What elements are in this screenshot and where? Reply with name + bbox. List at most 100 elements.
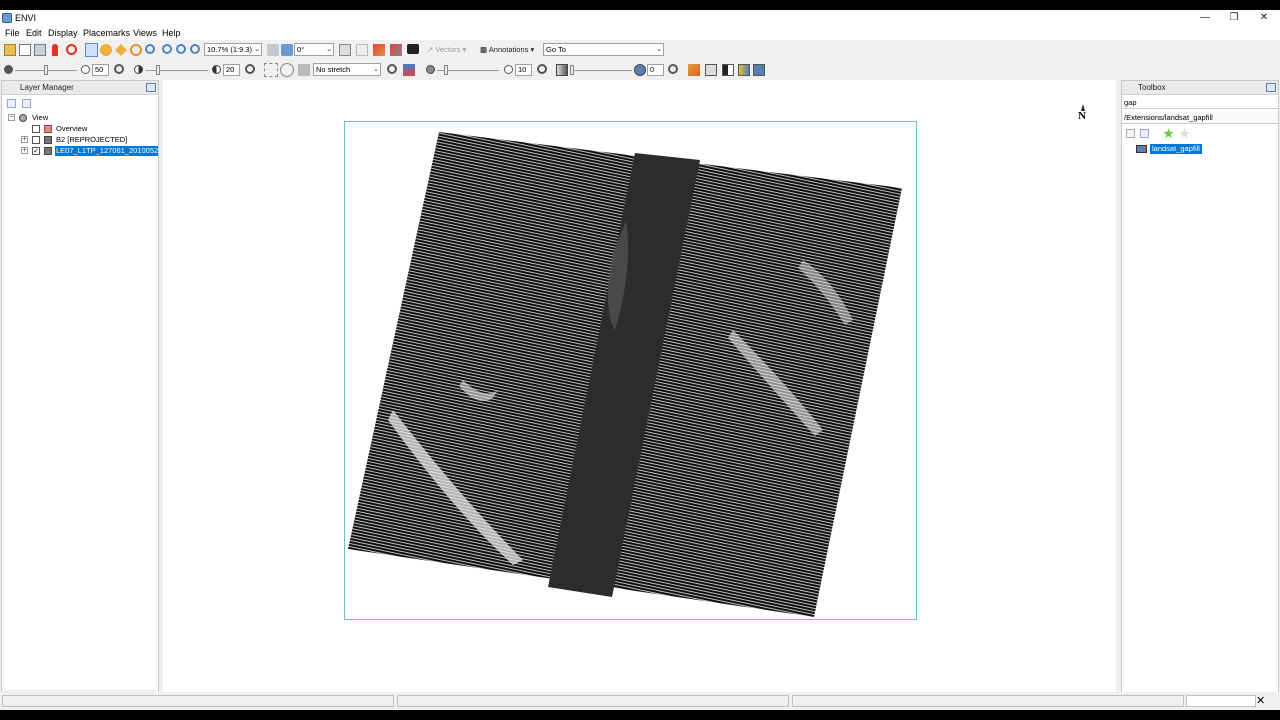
- transparency-slider-thumb[interactable]: [570, 65, 574, 75]
- tree-row-b2-reprojected[interactable]: + B2 [REPROJECTED]: [2, 135, 158, 145]
- contrast-value[interactable]: 20: [223, 64, 240, 76]
- rotate-right-icon[interactable]: [281, 44, 293, 56]
- chevron-down-icon: ⌄: [326, 46, 332, 53]
- brightness-high-icon: [81, 65, 90, 74]
- portal-icon[interactable]: [688, 64, 700, 76]
- close-button[interactable]: ✕: [1250, 11, 1278, 25]
- reset-stretch-icon[interactable]: [387, 64, 397, 74]
- contrast-slider-thumb[interactable]: [156, 65, 160, 75]
- restore-button[interactable]: ❐: [1220, 11, 1248, 25]
- add-favorite-icon[interactable]: [1163, 128, 1174, 139]
- cursor-value-icon[interactable]: [34, 44, 46, 56]
- transparency-slider[interactable]: [570, 70, 632, 71]
- view-globe-icon: [19, 114, 27, 122]
- roi-circle-icon[interactable]: [280, 63, 294, 77]
- favorite-star-icon[interactable]: [1179, 128, 1190, 139]
- menu-placemarks[interactable]: Placemarks: [83, 28, 130, 38]
- minimize-button[interactable]: —: [1191, 11, 1219, 25]
- stretch-options-icon[interactable]: [403, 64, 415, 76]
- reset-sharpen-icon[interactable]: [537, 64, 547, 74]
- zoom-in-icon[interactable]: [162, 44, 172, 54]
- select-tool-icon[interactable]: [85, 43, 98, 57]
- zoom-tool-icon[interactable]: [145, 44, 155, 54]
- expander-icon[interactable]: +: [21, 147, 28, 154]
- toolbox-search-input[interactable]: gap: [1122, 97, 1278, 109]
- rotation-combo[interactable]: 0° ⌄: [294, 43, 334, 56]
- le07-checkbox[interactable]: ✓: [32, 147, 40, 155]
- brightness-slider-thumb[interactable]: [44, 65, 48, 75]
- chip-view-icon[interactable]: [753, 64, 765, 76]
- fly-tool-icon[interactable]: [115, 44, 127, 56]
- pin-icon[interactable]: [1266, 83, 1276, 92]
- menu-edit[interactable]: Edit: [26, 28, 42, 38]
- title-bar: ENVI — ❐ ✕: [0, 10, 1280, 26]
- chevron-down-icon: ⌄: [656, 46, 662, 53]
- expand-all-icon[interactable]: [1140, 129, 1149, 138]
- placemark-icon[interactable]: [52, 44, 58, 56]
- reset-brightness-icon[interactable]: [114, 64, 124, 74]
- transparency-high-icon: [634, 64, 646, 76]
- menu-help[interactable]: Help: [162, 28, 181, 38]
- swipe-icon[interactable]: [738, 64, 750, 76]
- overview-layer-icon: [44, 125, 52, 133]
- pin-icon[interactable]: [146, 83, 156, 92]
- vertex-edit-icon[interactable]: [373, 44, 385, 56]
- stretch-value: No stretch: [316, 65, 351, 74]
- goto-combo[interactable]: Go To ⌄: [543, 43, 664, 56]
- envi-app-icon: [2, 13, 12, 23]
- status-panel-3: [792, 695, 1184, 707]
- sharpen-slider-thumb[interactable]: [444, 65, 448, 75]
- b2-checkbox[interactable]: [32, 136, 40, 144]
- transparency-value[interactable]: 0: [647, 64, 664, 76]
- image-view[interactable]: N: [163, 80, 1116, 702]
- zoom-value: 10.7% (1:9.3): [207, 45, 253, 54]
- tree-row-view[interactable]: − View: [2, 113, 158, 123]
- layer-manager-title: Layer Manager: [20, 83, 74, 92]
- stretch-combo[interactable]: No stretch ⌄: [313, 63, 381, 76]
- expander-icon[interactable]: +: [21, 136, 28, 143]
- raster-layer-icon: [44, 147, 52, 155]
- expand-all-icon[interactable]: [22, 99, 31, 108]
- collapse-all-icon[interactable]: [1126, 129, 1135, 138]
- open-folder-icon[interactable]: [4, 44, 16, 56]
- stretch-icon[interactable]: [298, 64, 310, 76]
- vector-create-icon[interactable]: [339, 44, 351, 56]
- reset-transparency-icon[interactable]: [668, 64, 678, 74]
- crosshairs-icon[interactable]: [66, 44, 77, 55]
- pan-hand-icon[interactable]: [100, 44, 112, 56]
- vector-join-icon[interactable]: [390, 44, 402, 56]
- north-label: N: [1078, 110, 1086, 122]
- menu-views[interactable]: Views: [133, 28, 157, 38]
- goto-value: Go To: [546, 45, 566, 54]
- menu-file[interactable]: File: [5, 28, 20, 38]
- toolbox-result-row[interactable]: landsat_gapfill: [1122, 144, 1278, 154]
- zoom-fixed-icon[interactable]: [190, 44, 200, 54]
- vector-edit-icon[interactable]: [356, 44, 368, 56]
- zoom-combo[interactable]: 10.7% (1:9.3) ⌄: [204, 43, 262, 56]
- sharpen-value[interactable]: 10: [515, 64, 532, 76]
- expander-icon[interactable]: −: [8, 114, 15, 121]
- display-toolbar: 50 20 No stretch ⌄ 10 0: [0, 60, 1280, 80]
- brightness-low-icon: [4, 65, 13, 74]
- rotate-left-icon[interactable]: [267, 44, 279, 56]
- collapse-all-icon[interactable]: [7, 99, 16, 108]
- vector-attributes-icon[interactable]: [407, 44, 419, 54]
- roi-select-icon[interactable]: [264, 63, 278, 77]
- annotations-menu[interactable]: ▩ Annotations ▾: [480, 45, 534, 54]
- flicker-icon[interactable]: [722, 64, 734, 76]
- overview-checkbox[interactable]: [32, 125, 40, 133]
- data-manager-icon[interactable]: [19, 44, 31, 56]
- reset-contrast-icon[interactable]: [245, 64, 255, 74]
- menu-display[interactable]: Display: [48, 28, 78, 38]
- b2-label: B2 [REPROJECTED]: [56, 135, 128, 144]
- rotate-tool-icon[interactable]: [130, 44, 142, 56]
- tree-row-overview[interactable]: Overview: [2, 124, 158, 134]
- vectors-menu[interactable]: ↗ Vectors ▾: [427, 45, 466, 54]
- status-panel-2: [397, 695, 789, 707]
- zoom-out-icon[interactable]: [176, 44, 186, 54]
- tree-row-le07[interactable]: + ✓ LE07_L1TP_127061_20100524: [2, 146, 158, 156]
- blend-icon[interactable]: [705, 64, 717, 76]
- landsat-scene-image[interactable]: [163, 80, 1116, 702]
- brightness-value[interactable]: 50: [92, 64, 109, 76]
- cancel-process-icon[interactable]: ✕: [1256, 694, 1265, 707]
